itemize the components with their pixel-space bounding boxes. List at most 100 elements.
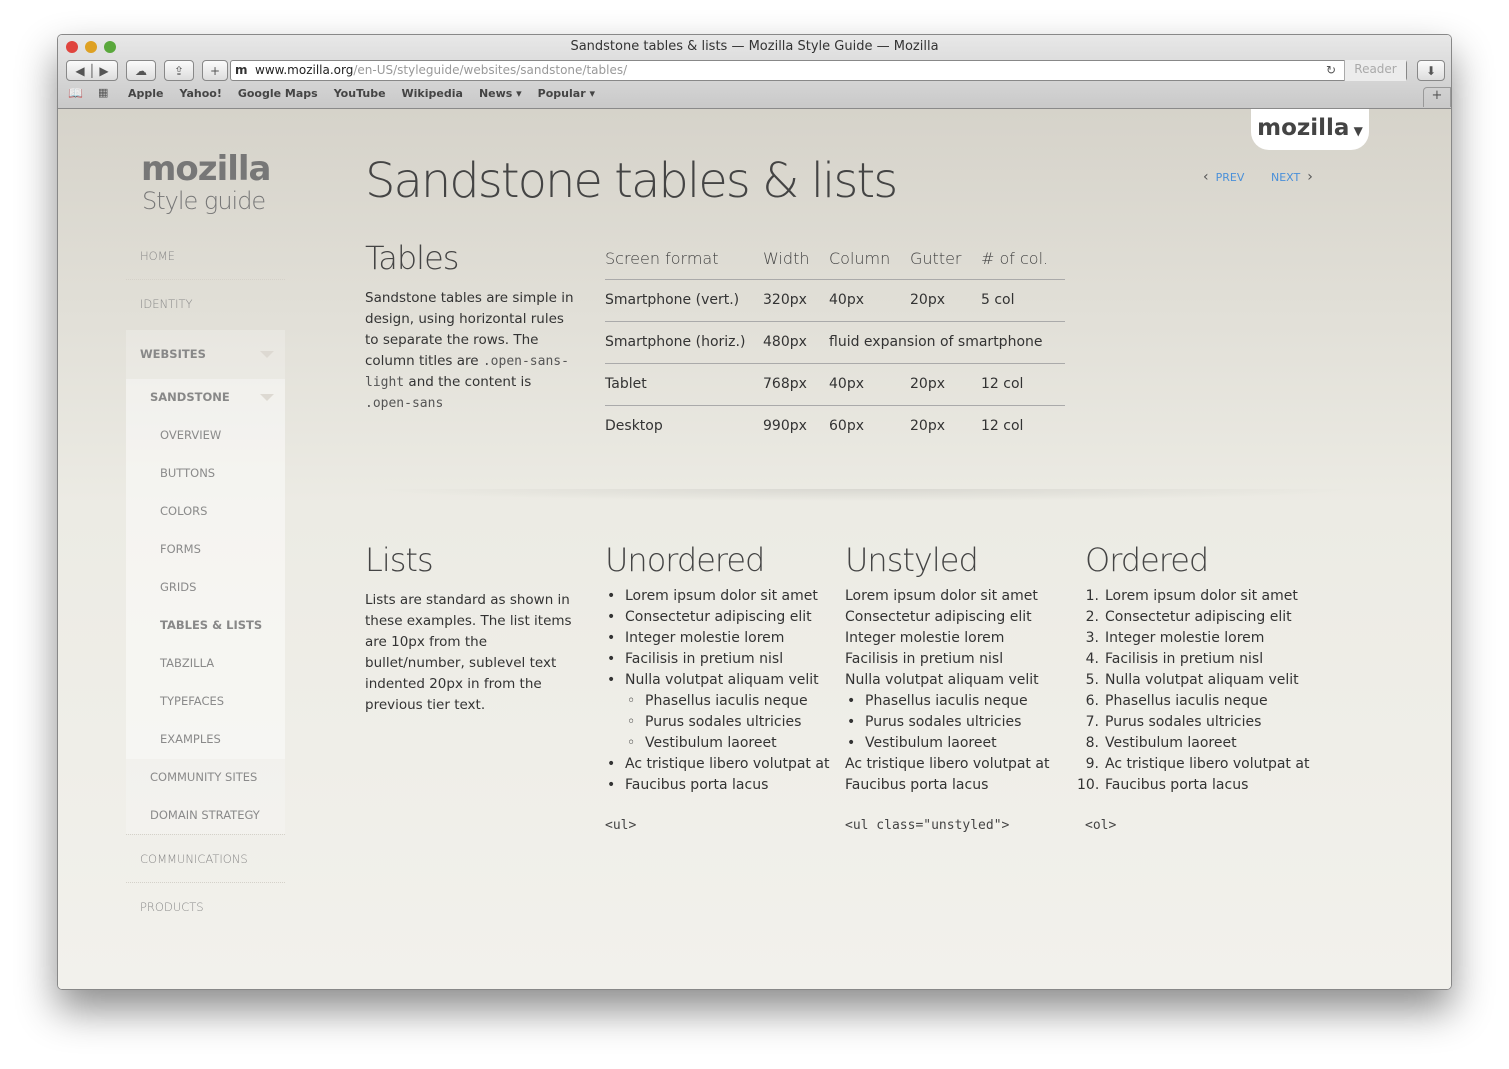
ordered-list: 1. Lorem ipsum dolor sit amet 2. Consectetu… [1077,586,1310,796]
list-number: 6. [1085,693,1099,709]
sidebar-item-identity[interactable]: IDENTITY [126,280,285,328]
list-item: 5. Nulla volutpat aliquam velit [1086,670,1309,691]
list-item: 9. Ac tristique libero volutpat at [1086,754,1310,775]
browser-window: Sandstone tables & lists — Mozilla Style… [57,34,1452,990]
next-link[interactable]: NEXT › [1271,169,1313,185]
sidebar-logo[interactable]: mozilla [141,149,271,189]
list-item: Ac tristique libero volutpat at [607,754,829,775]
table-row: Tablet 768px 40px 20px 12 col [605,363,1065,406]
list-number: 7. [1085,714,1099,730]
list-item: Lorem ipsum dolor sit amet [607,586,829,607]
list-item: Nulla volutpat aliquam velit [845,672,1039,688]
sidebar-item-communications[interactable]: COMMUNICATIONS [126,835,285,883]
sidebar-item-overview[interactable]: OVERVIEW [160,428,221,442]
table-row: Smartphone (horiz.) 480px fluid expansion … [605,321,1065,364]
list-item: 2. Consectetur adipiscing elit [1086,607,1309,628]
column-header: # of col. [981,239,1065,280]
sandstone-toggle-icon[interactable] [260,394,274,401]
sidebar-item-forms[interactable]: FORMS [160,542,201,556]
bookmarks-bar: Apple Yahoo! Google Maps YouTube Wikiped… [128,87,595,100]
section-divider [365,489,1365,501]
table-row: Smartphone (vert.) 320px 40px 20px 5 col [605,279,1065,322]
list-item: Lorem ipsum dolor sit amet [845,588,1038,604]
reader-button[interactable]: Reader [1344,60,1406,81]
prev-label: PREV [1215,171,1245,184]
ul-code-sample: <ul> [605,818,637,833]
list-number: 4. [1085,651,1099,667]
sidebar-nav: HOME IDENTITY [126,232,285,328]
tabzilla-logo: mozilla [1257,115,1350,141]
sidebar-item-typefaces[interactable]: TYPEFACES [160,694,224,708]
sidebar-item-examples[interactable]: EXAMPLES [160,732,221,746]
screen-format-table: Screen format Width Column Gutter # of c… [605,239,1065,447]
list-item: 3. Integer molestie lorem [1086,628,1309,649]
unordered-heading: Unordered [605,541,765,579]
websites-toggle-icon[interactable] [260,351,274,358]
list-number: 3. [1085,630,1099,646]
share-button[interactable]: ⇪ [164,60,194,81]
nested-list: Phasellus iaculis nequePurus sodales ult… [625,691,829,754]
sidebar-item-tabzilla[interactable]: TABZILLA [160,656,214,670]
sidebar-item-community-sites[interactable]: COMMUNITY SITES [150,770,257,784]
sidebar-item-products[interactable]: PRODUCTS [126,883,285,931]
lists-heading: Lists [365,541,434,579]
bookmark-yahoo[interactable]: Yahoo! [180,87,222,100]
list-item: 1. Lorem ipsum dolor sit amet [1086,586,1309,607]
list-number: 8. [1085,735,1099,751]
list-item: Facilisis in pretium nisl [607,649,829,670]
list-item: Facilisis in pretium nisl [845,651,1004,667]
top-sites-icon[interactable]: ▦ [98,86,108,99]
sidebar-item-tables-lists-active[interactable]: TABLES & LISTS [160,618,262,632]
sidebar-item-colors[interactable]: COLORS [160,504,207,518]
list-item: Nulla volutpat aliquam velit [607,670,829,691]
icloud-button[interactable]: ☁ [126,60,156,81]
sidebar-item-domain-strategy[interactable]: DOMAIN STRATEGY [150,808,260,822]
page-content: mozilla ▼ mozilla Style guide HOME IDENT… [58,109,1451,989]
list-item: Consectetur adipiscing elit [607,607,829,628]
bookmark-apple[interactable]: Apple [128,87,164,100]
cloud-icon: ☁ [135,63,147,78]
bookmark-wikipedia[interactable]: Wikipedia [402,87,463,100]
bookmark-youtube[interactable]: YouTube [334,87,386,100]
unstyled-list: Lorem ipsum dolor sit amet Consectetur ad… [845,586,1049,796]
tabzilla-tab[interactable]: mozilla ▼ [1251,109,1369,150]
sidebar-nav-bottom: COMMUNICATIONS PRODUCTS [126,834,285,931]
reading-list-icon[interactable]: 📖 [68,86,83,100]
sidebar-item-home[interactable]: HOME [126,232,285,280]
list-item: Ac tristique libero volutpat at [845,756,1050,772]
unstyled-heading: Unstyled [845,541,979,579]
reload-icon[interactable]: ↻ [1326,61,1336,80]
tables-description: Sandstone tables are simple in design, u… [365,290,574,411]
share-icon: ⇪ [173,63,185,78]
address-bar[interactable]: m www.mozilla.org/en-US/styleguide/websit… [230,60,1407,81]
new-tab-button[interactable]: + [202,60,228,81]
download-icon: ⬇ [1425,63,1437,78]
chevron-left-icon: ‹ [1203,169,1209,185]
bookmark-popular[interactable]: Popular ▾ [538,87,595,100]
table-row: Desktop 990px 60px 20px 12 col [605,418,1024,435]
page-title: Sandstone tables & lists [365,153,898,209]
sidebar-item-sandstone[interactable]: SANDSTONE [150,390,230,404]
downloads-button[interactable]: ⬇ [1417,60,1445,81]
back-icon[interactable]: ◀ [75,64,84,78]
list-item: Purus sodales ultricies [625,712,829,733]
list-item: 8. Vestibulum laoreet [1086,733,1309,754]
sidebar-item-websites[interactable]: WEBSITES [140,347,206,361]
next-label: NEXT [1271,171,1301,184]
bookmark-news[interactable]: News ▾ [479,87,522,100]
sidebar-item-buttons[interactable]: BUTTONS [160,466,215,480]
ol-code-sample: <ol> [1085,818,1117,833]
url-domain: www.mozilla.org [255,63,354,77]
bookmark-google-maps[interactable]: Google Maps [238,87,318,100]
sidebar-item-grids[interactable]: GRIDS [160,580,196,594]
unordered-list: Lorem ipsum dolor sit ametConsectetur ad… [607,586,829,796]
list-item: 7. Purus sodales ultricies [1086,712,1309,733]
prev-link[interactable]: ‹ PREV [1203,169,1244,185]
list-item: Faucibus porta lacus [845,777,989,793]
forward-icon[interactable]: ▶ [99,64,108,78]
add-tab-button[interactable]: + [1423,87,1451,107]
site-favicon: m [235,63,248,77]
list-item: 10. Faucibus porta lacus [1077,775,1309,796]
nested-list: Phasellus iaculis nequePurus sodales ult… [845,691,1049,754]
back-forward-button[interactable]: ◀ │ ▶ [66,60,118,81]
